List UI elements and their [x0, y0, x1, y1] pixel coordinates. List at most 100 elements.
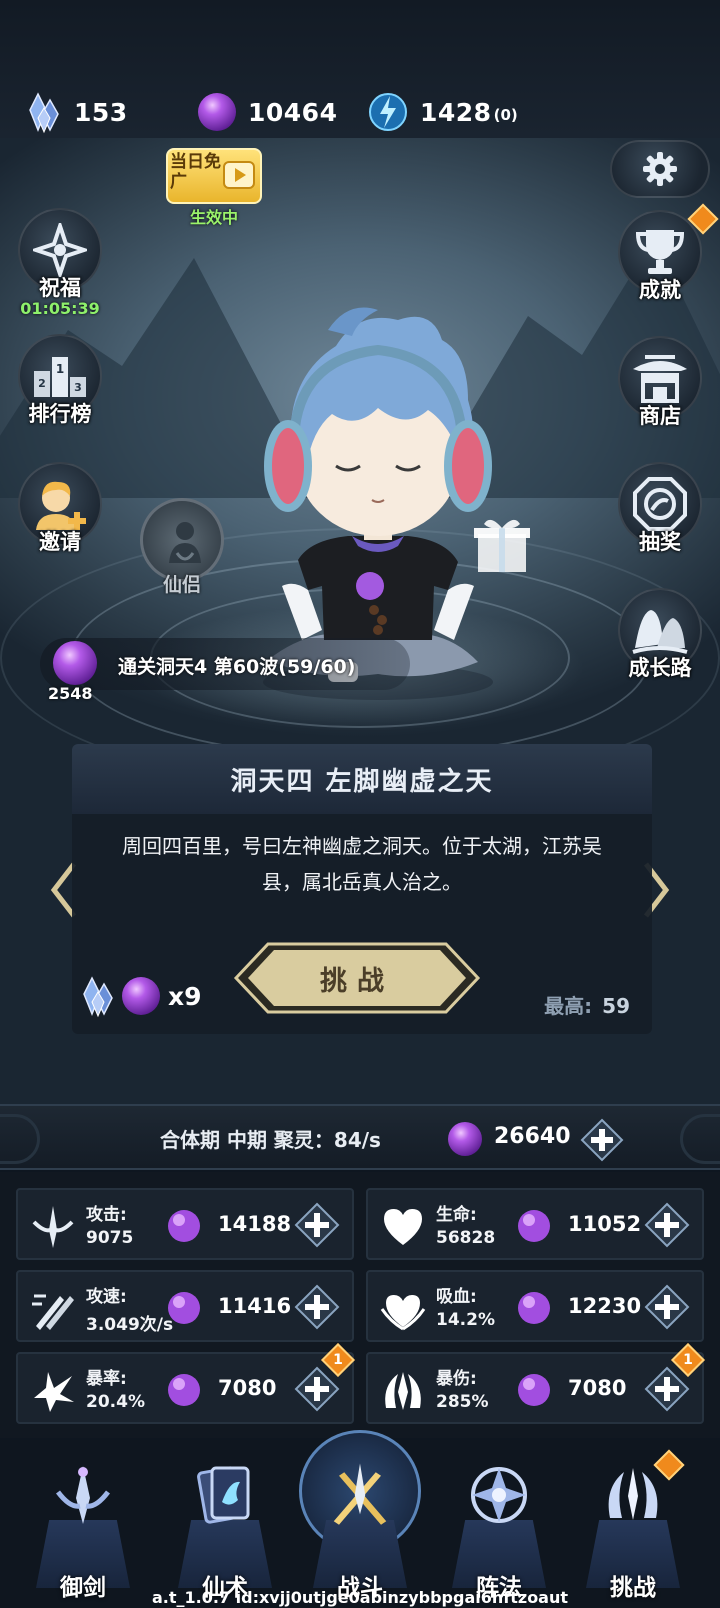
shop-pavilion-icon [633, 355, 687, 403]
stat-cost: 11416 [218, 1294, 292, 1318]
companion-silhouette-icon [169, 522, 201, 563]
companion-slot[interactable]: 仙侣 [134, 498, 230, 608]
stat-lifesteal: 吸血: 14.2% 12230 [366, 1270, 704, 1342]
energy-extra: (0) [493, 106, 518, 124]
lottery-button[interactable]: 抽奖 [612, 462, 708, 582]
invite-friend-icon [36, 481, 86, 530]
energy-count: 1428 [420, 97, 492, 127]
growth-path-button[interactable]: 成长路 [612, 588, 708, 708]
stat-cost: 7080 [568, 1376, 627, 1400]
best-label: 最高: [544, 994, 593, 1018]
ad-free-badge[interactable]: 当日免广 生效中 [164, 148, 264, 228]
stat-value: 14.2% [436, 1310, 495, 1330]
realm-upgrade-button[interactable] [580, 1118, 624, 1162]
flying-sword-icon [48, 1460, 118, 1530]
stat-name: 攻击: [86, 1205, 127, 1225]
stat-attack-speed: 攻速: 3.049次/s 11416 [16, 1270, 354, 1342]
stat-cost-orb [166, 1208, 202, 1248]
progress-text: 通关洞天4 第60波(59/60) [118, 656, 356, 678]
settings-button[interactable] [610, 140, 710, 198]
achievement-button[interactable]: 成就 [612, 203, 719, 330]
spell-card-icon [190, 1460, 260, 1530]
stat-cost: 11052 [568, 1212, 642, 1236]
realm-bar-ornament [680, 1114, 720, 1164]
crystal-cluster-icon [83, 976, 113, 1018]
orb-resource[interactable]: 10464 [196, 84, 337, 140]
attribute-panel: 攻击: 9075 14188 生命: 56828 11052 攻速: 3.049… [0, 1172, 720, 1438]
challenge-cost-multiplier: x9 [168, 981, 202, 1011]
stat-cost-orb [516, 1290, 552, 1330]
nav-formation[interactable]: 阵法 [444, 1450, 554, 1606]
stat-value: 56828 [436, 1228, 496, 1248]
bottom-navigation: 御剑 仙术 战斗 阵法 挑战 [0, 1430, 720, 1608]
badge-count: 1 [333, 1352, 343, 1368]
crystal-count: 153 [74, 97, 128, 127]
crystal-resource[interactable]: 153 [24, 84, 128, 140]
crossed-swords-icon [325, 1460, 395, 1530]
energy-resource[interactable]: 1428 (0) [366, 84, 518, 140]
realm-text: 合体期 中期 聚灵：84/s [160, 1128, 381, 1152]
stat-attack: 攻击: 9075 14188 [16, 1188, 354, 1260]
stat-crit-rate: 暴率: 20.4% 7080 1 [16, 1343, 355, 1424]
purple-orb-icon [168, 1374, 200, 1406]
invite-button[interactable]: 邀请 [12, 462, 108, 582]
lifesteal-heart-icon [380, 1286, 426, 1332]
growth-path-label: 成长路 [628, 656, 692, 680]
realm-orb-count: 26640 [494, 1124, 571, 1149]
realm-orb [446, 1120, 484, 1162]
stat-upgrade-button[interactable] [644, 1202, 690, 1248]
nav-challenge[interactable]: 挑战 [578, 1449, 688, 1606]
stat-cost-orb [516, 1372, 552, 1412]
stat-name: 生命: [436, 1205, 477, 1225]
badge-count: 1 [683, 1352, 693, 1368]
crit-rate-icon [30, 1368, 76, 1414]
purple-orb-icon [168, 1292, 200, 1324]
challenge-button[interactable]: 挑战 [232, 940, 482, 1016]
stat-upgrade-button[interactable] [294, 1202, 340, 1248]
podium-icon: 1 2 3 [34, 357, 86, 397]
leaderboard-button[interactable]: 1 2 3 排行榜 [12, 334, 108, 454]
version-id-text: a.t_1.0.7 id:xvjj0utjge0abinzybbpgai6hft… [151, 1588, 569, 1607]
svg-text:3: 3 [74, 381, 82, 394]
stage-progress[interactable]: 2548 通关洞天4 第60波(59/60) [40, 638, 410, 703]
stat-crit-damage: 暴伤: 285% 7080 1 [366, 1343, 705, 1424]
nav-spells[interactable]: 仙术 [170, 1450, 280, 1606]
blessing-button[interactable]: 祝福 01:05:39 [12, 208, 108, 328]
formation-icon [464, 1460, 534, 1530]
shop-button[interactable]: 商店 [612, 336, 708, 456]
stat-cost: 14188 [218, 1212, 292, 1236]
blessing-star-icon [33, 223, 87, 277]
realm-bar-ornament [0, 1114, 40, 1164]
nav-battle[interactable]: 战斗 [299, 1430, 421, 1606]
stat-name: 暴率: [86, 1369, 127, 1389]
stat-name: 暴伤: [436, 1369, 477, 1389]
crystal-cluster-icon [29, 92, 59, 134]
best-value: 59 [602, 994, 630, 1018]
stat-cost-orb [166, 1372, 202, 1412]
svg-text:1: 1 [56, 362, 64, 376]
gear-icon [643, 152, 677, 186]
progress-orb-count: 2548 [48, 684, 93, 703]
blessing-timer: 01:05:39 [20, 299, 100, 318]
cultivation-realm-bar: 合体期 中期 聚灵：84/s 26640 [0, 1104, 720, 1170]
leaderboard-label: 排行榜 [28, 402, 92, 426]
purple-orb-icon [518, 1374, 550, 1406]
resource-bar: 153 10464 1428 (0) [0, 0, 720, 138]
companion-label: 仙侣 [162, 574, 201, 596]
stage-card: 洞天四 左脚幽虚之天 周回四百里，号曰左神幽虚之洞天。位于太湖，江苏吴县，属北岳… [72, 744, 652, 1034]
stat-name: 攻速: [86, 1287, 127, 1307]
stat-value: 9075 [86, 1228, 134, 1248]
achievement-label: 成就 [639, 278, 681, 302]
stage-title: 洞天四 左脚幽虚之天 [230, 766, 494, 797]
nav-flying-sword[interactable]: 御剑 [28, 1450, 138, 1606]
stat-value: 3.049次/s [86, 1315, 174, 1335]
play-video-icon [223, 161, 255, 189]
stat-upgrade-button[interactable] [644, 1284, 690, 1330]
stat-cost-orb [516, 1208, 552, 1248]
ad-free-title: 当日免广 [170, 152, 221, 192]
stat-upgrade-button[interactable] [294, 1284, 340, 1330]
sword-attack-icon [30, 1204, 76, 1250]
gift-box-icon [474, 519, 530, 572]
growth-mountain-icon [632, 610, 688, 654]
purple-orb-icon [198, 93, 236, 131]
